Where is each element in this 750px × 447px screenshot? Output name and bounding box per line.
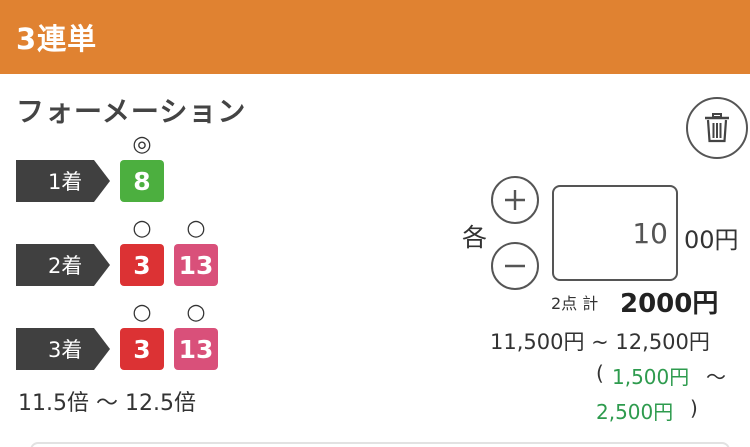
profit-close-paren: ) xyxy=(690,396,698,420)
mark-taikou: ○ xyxy=(132,300,152,325)
increment-button[interactable] xyxy=(491,176,539,224)
horse-number-box[interactable]: 8 xyxy=(120,160,164,202)
row-label-text: 3着 xyxy=(48,338,83,362)
horse-number-box[interactable]: 13 xyxy=(174,244,218,286)
bet-type-label: フォーメーション xyxy=(16,95,247,128)
next-card xyxy=(30,442,730,447)
trash-icon xyxy=(705,113,729,143)
profit-max: 2,500円 xyxy=(596,400,674,424)
horse-number-box[interactable]: 3 xyxy=(120,328,164,370)
profit-min: 1,500円 xyxy=(612,365,690,389)
mark-taikou: ○ xyxy=(132,216,152,241)
odds-range: 11.5倍 ～ 12.5倍 xyxy=(18,391,196,416)
payout-range: 11,500円 ~ 12,500円 xyxy=(490,330,710,354)
delete-button[interactable] xyxy=(686,97,748,159)
mark-taikou: ○ xyxy=(186,216,206,241)
minus-icon xyxy=(505,264,525,268)
mark-taikou: ○ xyxy=(186,300,206,325)
total-amount: 2000円 xyxy=(620,289,719,319)
row-label-1st: 1着 xyxy=(16,160,110,202)
row-label-text: 1着 xyxy=(48,170,83,194)
amount-unit: 00円 xyxy=(684,226,739,254)
profit-open-paren: ( xyxy=(596,361,604,385)
row-label-3rd: 3着 xyxy=(16,328,110,370)
points-count: 2点 計 xyxy=(551,294,599,313)
profit-separator: ～ xyxy=(706,365,726,389)
horse-number-box[interactable]: 13 xyxy=(174,328,218,370)
row-label-text: 2着 xyxy=(48,254,83,278)
decrement-button[interactable] xyxy=(491,242,539,290)
each-label: 各 xyxy=(462,223,488,252)
horse-number-box[interactable]: 3 xyxy=(120,244,164,286)
mark-honmei: ◎ xyxy=(132,132,152,157)
row-label-2nd: 2着 xyxy=(16,244,110,286)
header-bar: 3連単 xyxy=(0,0,750,74)
amount-input[interactable]: 10 xyxy=(552,185,678,281)
plus-icon xyxy=(505,190,525,210)
page-title: 3連単 xyxy=(16,22,98,56)
